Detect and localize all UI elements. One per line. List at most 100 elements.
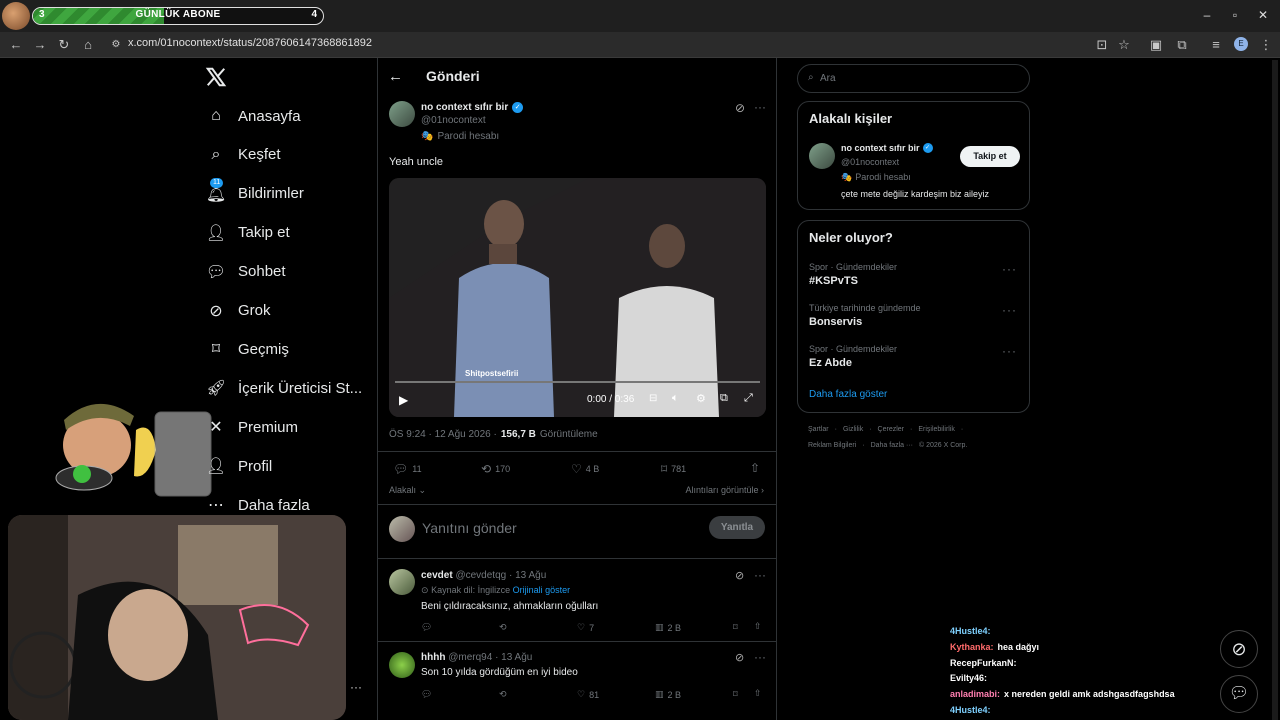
footer-link[interactable]: Gizlilik	[843, 426, 863, 433]
fullscreen-icon[interactable]: ⤢	[744, 392, 753, 405]
post-timestamp[interactable]: ÖS 9:24 · 12 Ağu 2026 ·	[389, 429, 497, 440]
sidebar-item-bookmark[interactable]: ⌑ Geçmiş	[206, 335, 289, 363]
webcam-more-icon[interactable]: ···	[350, 680, 362, 694]
sidebar-item-bell[interactable]: 🔔︎ 11 Bildirimler	[206, 177, 304, 208]
search-input[interactable]: ⌕ Ara	[797, 64, 1030, 93]
trend-item[interactable]: Spor · Gündemdekiler Ez Abde	[809, 344, 897, 369]
footer-link[interactable]: Çerezler	[878, 426, 904, 433]
reply-bookmark-icon[interactable]: ⌑	[733, 689, 738, 700]
trend-more-icon[interactable]: ···	[1002, 303, 1017, 317]
reply-reply-action[interactable]: 💬︎	[421, 622, 432, 633]
extensions-icon[interactable]: ⧉	[1174, 37, 1190, 53]
grok-explain-icon[interactable]: ⊘	[735, 569, 744, 582]
reply-time[interactable]: · 13 Ağu	[495, 652, 532, 663]
reply-author-handle[interactable]: @cevdetqg	[455, 570, 506, 581]
video-scrubber[interactable]	[395, 381, 760, 383]
volume-icon[interactable]: 🔈︎	[672, 392, 679, 405]
trend-item[interactable]: Spor · Gündemdekiler #KSPvTS	[809, 262, 897, 287]
footer-link[interactable]: © 2026 X Corp.	[919, 442, 967, 449]
reply-like-action[interactable]: ♡ 81	[577, 689, 599, 700]
trend-more-icon[interactable]: ···	[1002, 344, 1017, 358]
trend-item[interactable]: Türkiye tarihinde gündemde Bonservis	[809, 303, 921, 328]
reply-more-icon[interactable]: ···	[754, 650, 766, 664]
bookmark-star-icon[interactable]: ☆	[1116, 37, 1132, 53]
back-arrow-icon[interactable]: ←	[388, 68, 403, 85]
forward-icon[interactable]: →	[32, 37, 48, 53]
scrollbar[interactable]	[1272, 60, 1278, 720]
reply-reply-action[interactable]: 💬︎	[421, 689, 432, 700]
footer-link[interactable]: Şartlar	[808, 426, 829, 433]
reply-item[interactable]: cevdet @cevdetqg · 13 Ağu ⊘ ··· ⊙ Kaynak…	[378, 558, 776, 640]
profile-avatar[interactable]: E	[1234, 37, 1248, 51]
sidebar-icon[interactable]: ▣	[1148, 37, 1164, 53]
reply-author-name[interactable]: cevdet	[421, 570, 453, 581]
sidebar-item-search[interactable]: ⌕ Keşfet	[206, 141, 281, 169]
reply-author-name[interactable]: hhhh	[421, 652, 445, 663]
related-person-avatar[interactable]	[809, 143, 835, 169]
install-icon[interactable]: ⊡	[1094, 37, 1110, 53]
reply-avatar[interactable]	[389, 652, 415, 678]
author-avatar[interactable]	[389, 101, 415, 127]
sidebar-item-x[interactable]: ✕ Premium	[206, 413, 298, 441]
sidebar-item-add-user[interactable]: 👤︎ Takip et	[206, 219, 290, 247]
reply-bookmark-icon[interactable]: ⌑	[733, 622, 738, 633]
reply-views-action[interactable]: ▥ 2 B	[655, 689, 681, 700]
reply-item[interactable]: hhhh @merq94 · 13 Ağu ⊘ ··· Son 10 yılda…	[378, 641, 776, 711]
sidebar-item-home[interactable]: ⌂ Anasayfa	[206, 102, 300, 130]
like-action[interactable]: ♡ 4 B	[571, 462, 599, 476]
maximize-icon[interactable]: ▫	[1228, 8, 1242, 22]
trend-more-icon[interactable]: ···	[1002, 262, 1017, 276]
post-more-icon[interactable]: ···	[754, 100, 766, 114]
view-quotes-link[interactable]: Alıntıları görüntüle ›	[685, 485, 764, 495]
reply-action[interactable]: 💬︎ 11	[393, 462, 422, 476]
reply-input[interactable]: Yanıtını gönder	[422, 520, 517, 536]
reload-icon[interactable]: ↻	[56, 37, 72, 53]
grok-floating-button[interactable]: ⊘	[1220, 630, 1258, 668]
sidebar-item-grok[interactable]: ⊘ Grok	[206, 297, 270, 325]
author-handle[interactable]: @01nocontext	[421, 115, 486, 126]
grok-explain-icon[interactable]: ⊘	[735, 101, 745, 115]
back-icon[interactable]: ←	[8, 37, 24, 53]
play-icon[interactable]: ▶	[399, 393, 408, 407]
repost-action[interactable]: ⟲ 170	[481, 462, 510, 476]
menu-icon[interactable]: ⋮	[1258, 37, 1274, 53]
video-player[interactable]: Shitpostsefirii ▶ 0:00 / 0:36 ⊟ 🔈︎ ⚙ ⧉ ⤢	[389, 178, 766, 417]
footer-link[interactable]: Erişilebilirlik	[918, 426, 955, 433]
footer-link[interactable]: Reklam Bilgileri	[808, 442, 856, 449]
home-icon[interactable]: ⌂	[80, 37, 96, 53]
reply-repost-action[interactable]: ⟲	[499, 622, 507, 633]
captions-icon[interactable]: ⊟	[649, 393, 657, 404]
reply-time[interactable]: · 13 Ağu	[509, 570, 546, 581]
reply-views-action[interactable]: ▥ 2 B	[655, 622, 681, 633]
reply-like-action[interactable]: ♡ 7	[577, 622, 594, 633]
author-name[interactable]: no context sıfır bir	[421, 102, 508, 113]
follow-button[interactable]: Takip et	[960, 146, 1020, 167]
reply-author-handle[interactable]: @merq94	[448, 652, 492, 663]
sidebar-item-rocket[interactable]: 🚀︎ İçerik Üreticisi St...	[206, 374, 362, 402]
messages-floating-button[interactable]: 💬︎	[1220, 675, 1258, 713]
site-info-icon[interactable]: ⚙	[108, 37, 124, 53]
close-window-icon[interactable]: ✕	[1256, 8, 1270, 22]
reply-share-icon[interactable]: ⇧	[754, 688, 762, 699]
show-original-link[interactable]: Orijinali göster	[513, 585, 571, 595]
reply-share-icon[interactable]: ⇧	[754, 621, 762, 632]
minimize-icon[interactable]: –	[1200, 8, 1214, 22]
reading-list-icon[interactable]: ≡	[1208, 37, 1224, 53]
reply-submit-button[interactable]: Yanıtla	[709, 516, 765, 539]
share-icon[interactable]: ⇧	[750, 461, 760, 475]
reply-avatar[interactable]	[389, 569, 415, 595]
url-field[interactable]: x.com/01nocontext/status/208760614736886…	[128, 37, 372, 49]
related-dropdown[interactable]: Alakalı ⌄	[389, 485, 426, 496]
picture-in-picture-icon[interactable]: ⧉	[720, 392, 728, 405]
grok-explain-icon[interactable]: ⊘	[735, 651, 744, 664]
sidebar-item-chat[interactable]: 💬︎ Sohbet	[206, 258, 286, 286]
bookmark-action[interactable]: ⌑ 781	[661, 462, 686, 476]
x-logo-icon[interactable]	[205, 66, 227, 88]
related-person-handle[interactable]: @01nocontext	[841, 157, 899, 167]
reply-more-icon[interactable]: ···	[754, 568, 766, 582]
related-person-name[interactable]: no context sıfır bir	[841, 143, 920, 153]
footer-link[interactable]: Daha fazla ···	[871, 442, 913, 449]
settings-icon[interactable]: ⚙	[696, 392, 706, 405]
reply-repost-action[interactable]: ⟲	[499, 689, 507, 700]
show-more-link[interactable]: Daha fazla göster	[809, 389, 887, 400]
